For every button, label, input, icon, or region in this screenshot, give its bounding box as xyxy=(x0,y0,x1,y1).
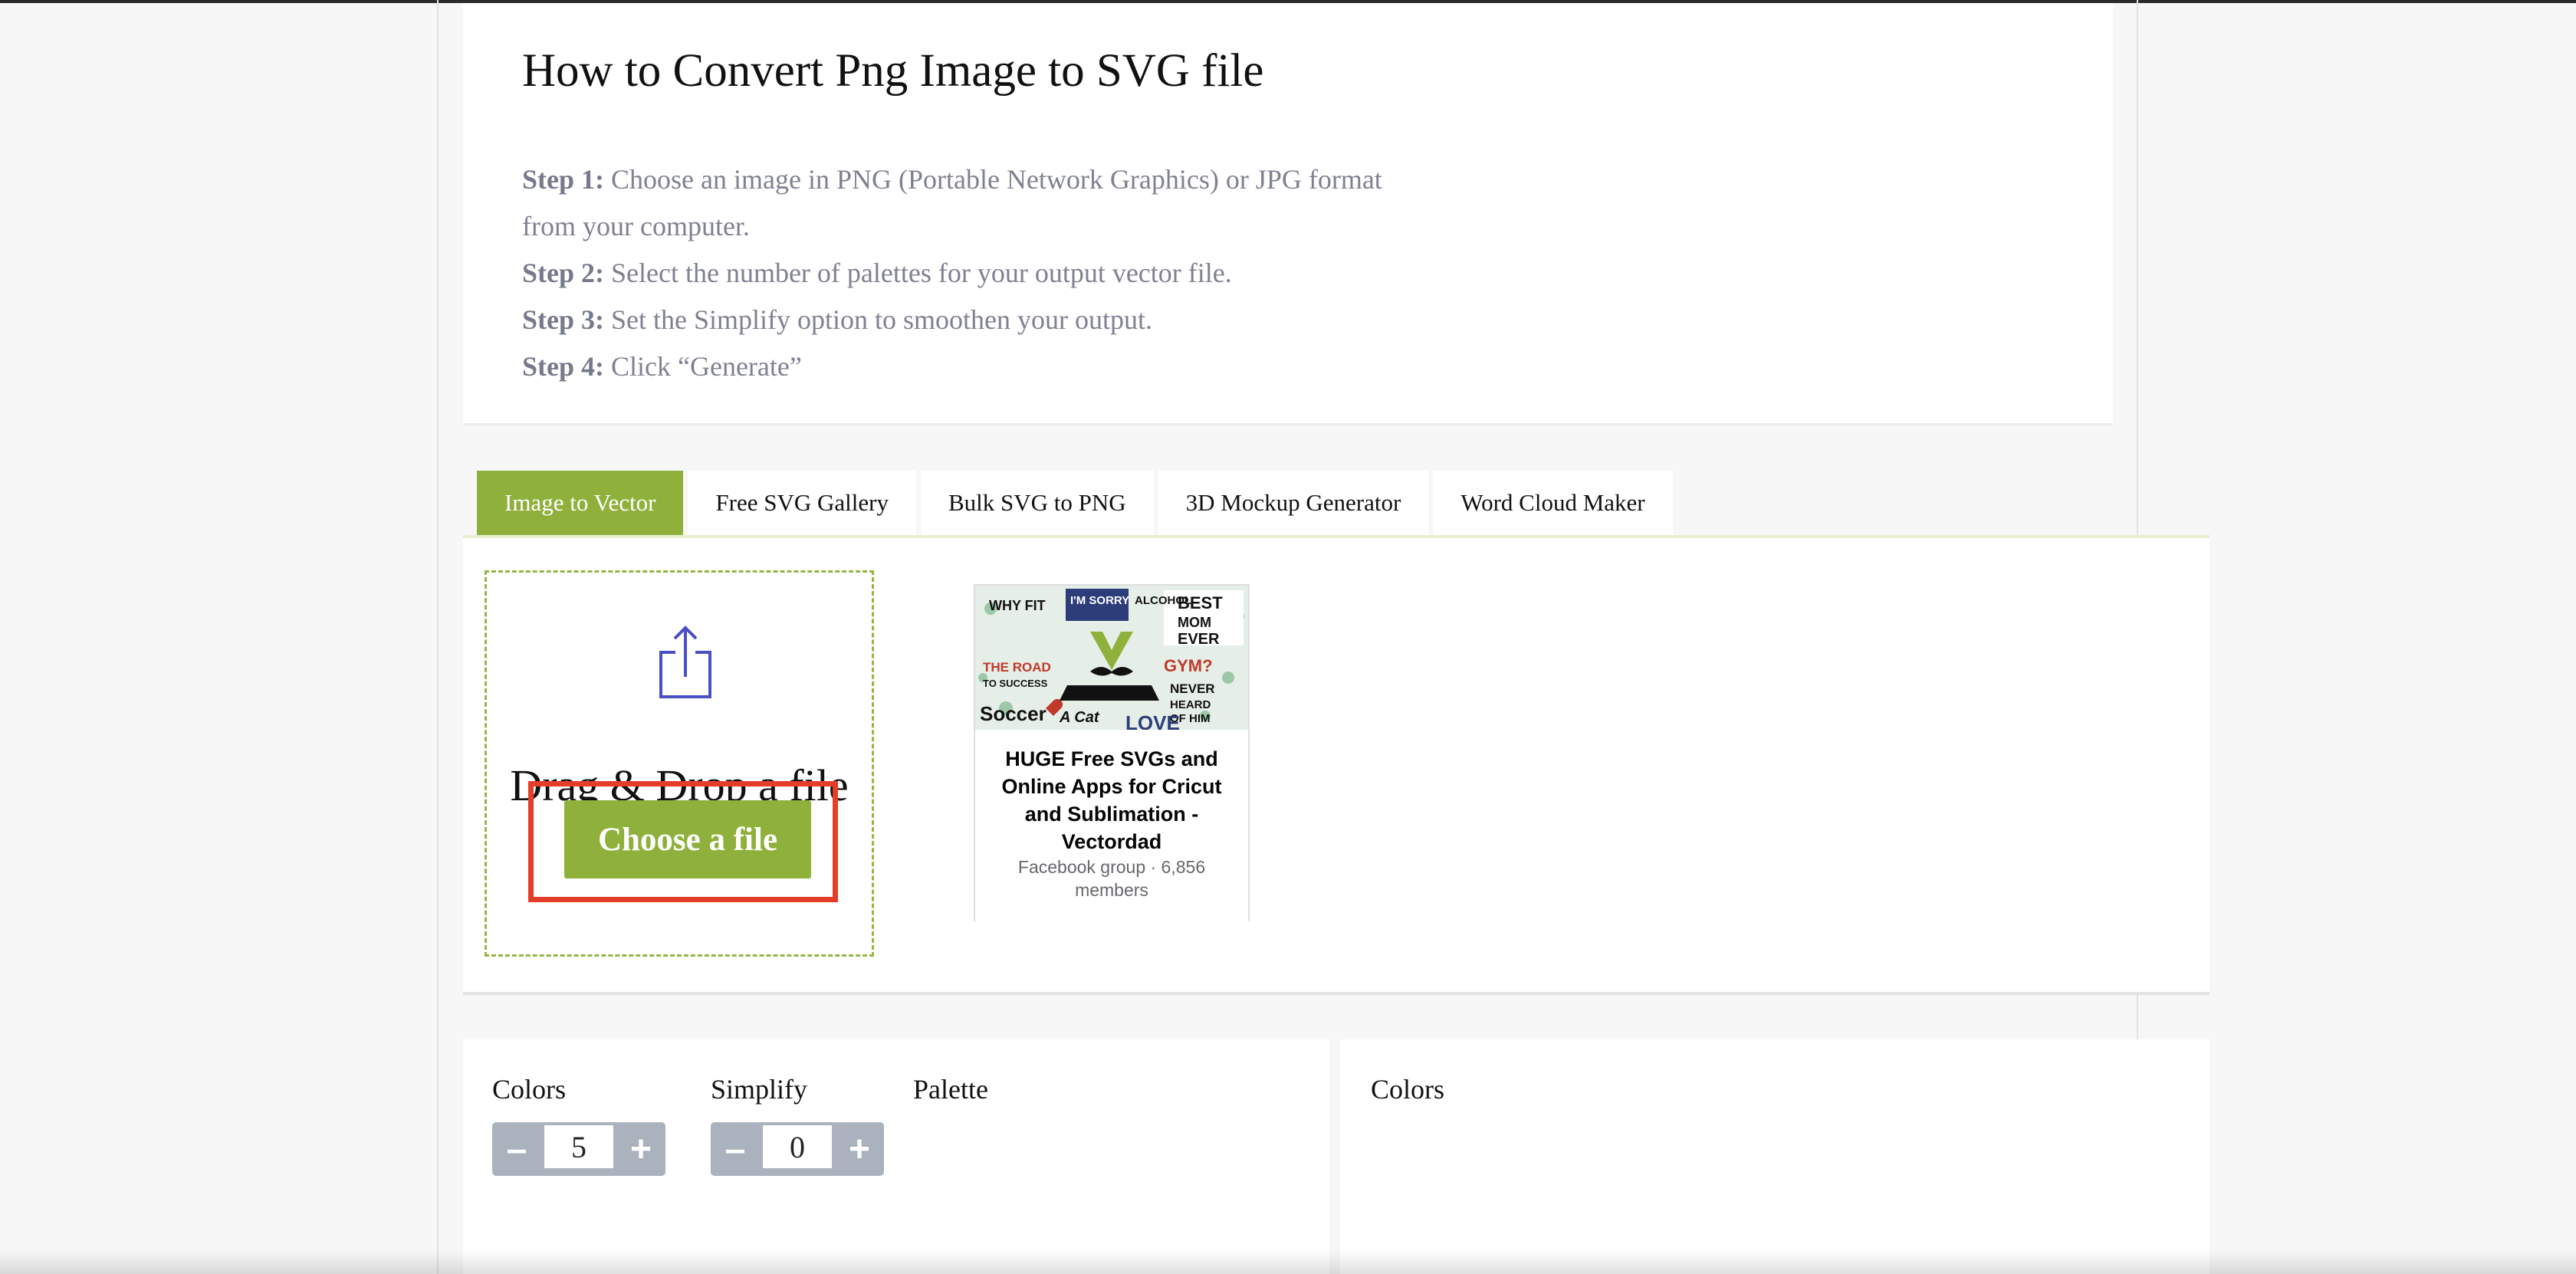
step-label: Step 1: xyxy=(522,164,604,195)
output-colors-panel: Colors xyxy=(1340,1039,2210,1274)
choose-file-button[interactable]: Choose a file xyxy=(564,800,811,878)
upload-icon xyxy=(659,626,711,698)
step-3: Step 3: Set the Simplify option to smoot… xyxy=(522,297,1404,343)
svg-text:TO SUCCESS: TO SUCCESS xyxy=(983,678,1048,689)
choose-file-highlight: Choose a file xyxy=(528,781,838,902)
svg-text:Soccer: Soccer xyxy=(980,702,1046,725)
step-label: Step 2: xyxy=(522,258,604,288)
group-cover-image: WHY FIT I'M SORRY ALCOHOL BEST MOM EVER … xyxy=(975,586,1248,730)
svg-text:BEST: BEST xyxy=(1178,593,1223,612)
group-title[interactable]: HUGE Free SVGs and Online Apps for Cricu… xyxy=(986,745,1237,855)
output-colors-label: Colors xyxy=(1371,1074,1445,1105)
facebook-group-card[interactable]: WHY FIT I'M SORRY ALCOHOL BEST MOM EVER … xyxy=(974,584,1250,921)
colors-label: Colors xyxy=(492,1074,567,1105)
simplify-value-input[interactable]: 0 xyxy=(763,1125,832,1168)
svg-text:NEVER: NEVER xyxy=(1170,681,1215,696)
step-label: Step 4: xyxy=(522,351,604,382)
colors-stepper: – 5 + xyxy=(492,1122,665,1176)
step-1: Step 1: Choose an image in PNG (Portable… xyxy=(522,156,1404,250)
simplify-decrement-button[interactable]: – xyxy=(711,1122,760,1176)
tab-free-svg-gallery[interactable]: Free SVG Gallery xyxy=(688,471,916,535)
svg-text:EVER: EVER xyxy=(1178,631,1220,648)
simplify-stepper: – 0 + xyxy=(711,1122,884,1176)
instructions-section: How to Convert Png Image to SVG file Ste… xyxy=(463,3,2113,425)
content-column-border-left xyxy=(437,0,439,1274)
svg-text:GYM?: GYM? xyxy=(1164,656,1213,675)
simplify-label: Simplify xyxy=(711,1074,808,1105)
tool-tabs: Image to Vector Free SVG Gallery Bulk SV… xyxy=(477,471,1677,535)
svg-text:MOM: MOM xyxy=(1178,615,1211,630)
step-text: Set the Simplify option to smoothen your… xyxy=(604,304,1152,335)
steps-list: Step 1: Choose an image in PNG (Portable… xyxy=(522,156,1404,390)
step-2: Step 2: Select the number of palettes fo… xyxy=(522,250,1404,297)
palette-label: Palette xyxy=(913,1074,988,1105)
file-dropzone[interactable]: Drag & Drop a file Choose a file xyxy=(485,570,874,957)
upload-panel: Drag & Drop a file Choose a file WHY FIT… xyxy=(463,538,2210,995)
colors-increment-button[interactable]: + xyxy=(616,1122,665,1176)
step-label: Step 3: xyxy=(522,304,604,335)
step-4: Step 4: Click “Generate” xyxy=(522,343,1404,390)
svg-text:I'M SORRY: I'M SORRY xyxy=(1070,594,1129,607)
colors-value-input[interactable]: 5 xyxy=(544,1125,613,1168)
colors-decrement-button[interactable]: – xyxy=(492,1122,541,1176)
step-text: Choose an image in PNG (Portable Network… xyxy=(522,164,1382,241)
svg-text:LOVE: LOVE xyxy=(1125,711,1180,730)
settings-panel: Colors – 5 + Simplify – 0 + Palette xyxy=(463,1039,1329,1274)
tab-bulk-svg-to-png[interactable]: Bulk SVG to PNG xyxy=(920,471,1154,535)
group-meta: Facebook group · 6,856 members xyxy=(1017,857,1206,900)
tab-image-to-vector[interactable]: Image to Vector xyxy=(477,471,684,535)
svg-text:THE ROAD: THE ROAD xyxy=(983,660,1051,675)
svg-text:A Cat: A Cat xyxy=(1059,709,1100,726)
step-text: Select the number of palettes for your o… xyxy=(604,258,1232,288)
simplify-increment-button[interactable]: + xyxy=(835,1122,884,1176)
bottom-edge-shadow xyxy=(0,1249,2576,1274)
tab-word-cloud-maker[interactable]: Word Cloud Maker xyxy=(1433,471,1673,535)
svg-text:HEARD: HEARD xyxy=(1170,698,1211,711)
step-text: Click “Generate” xyxy=(604,351,802,382)
tab-3d-mockup-generator[interactable]: 3D Mockup Generator xyxy=(1158,471,1429,535)
page-title: How to Convert Png Image to SVG file xyxy=(522,45,1264,97)
svg-text:WHY FIT: WHY FIT xyxy=(989,598,1046,613)
